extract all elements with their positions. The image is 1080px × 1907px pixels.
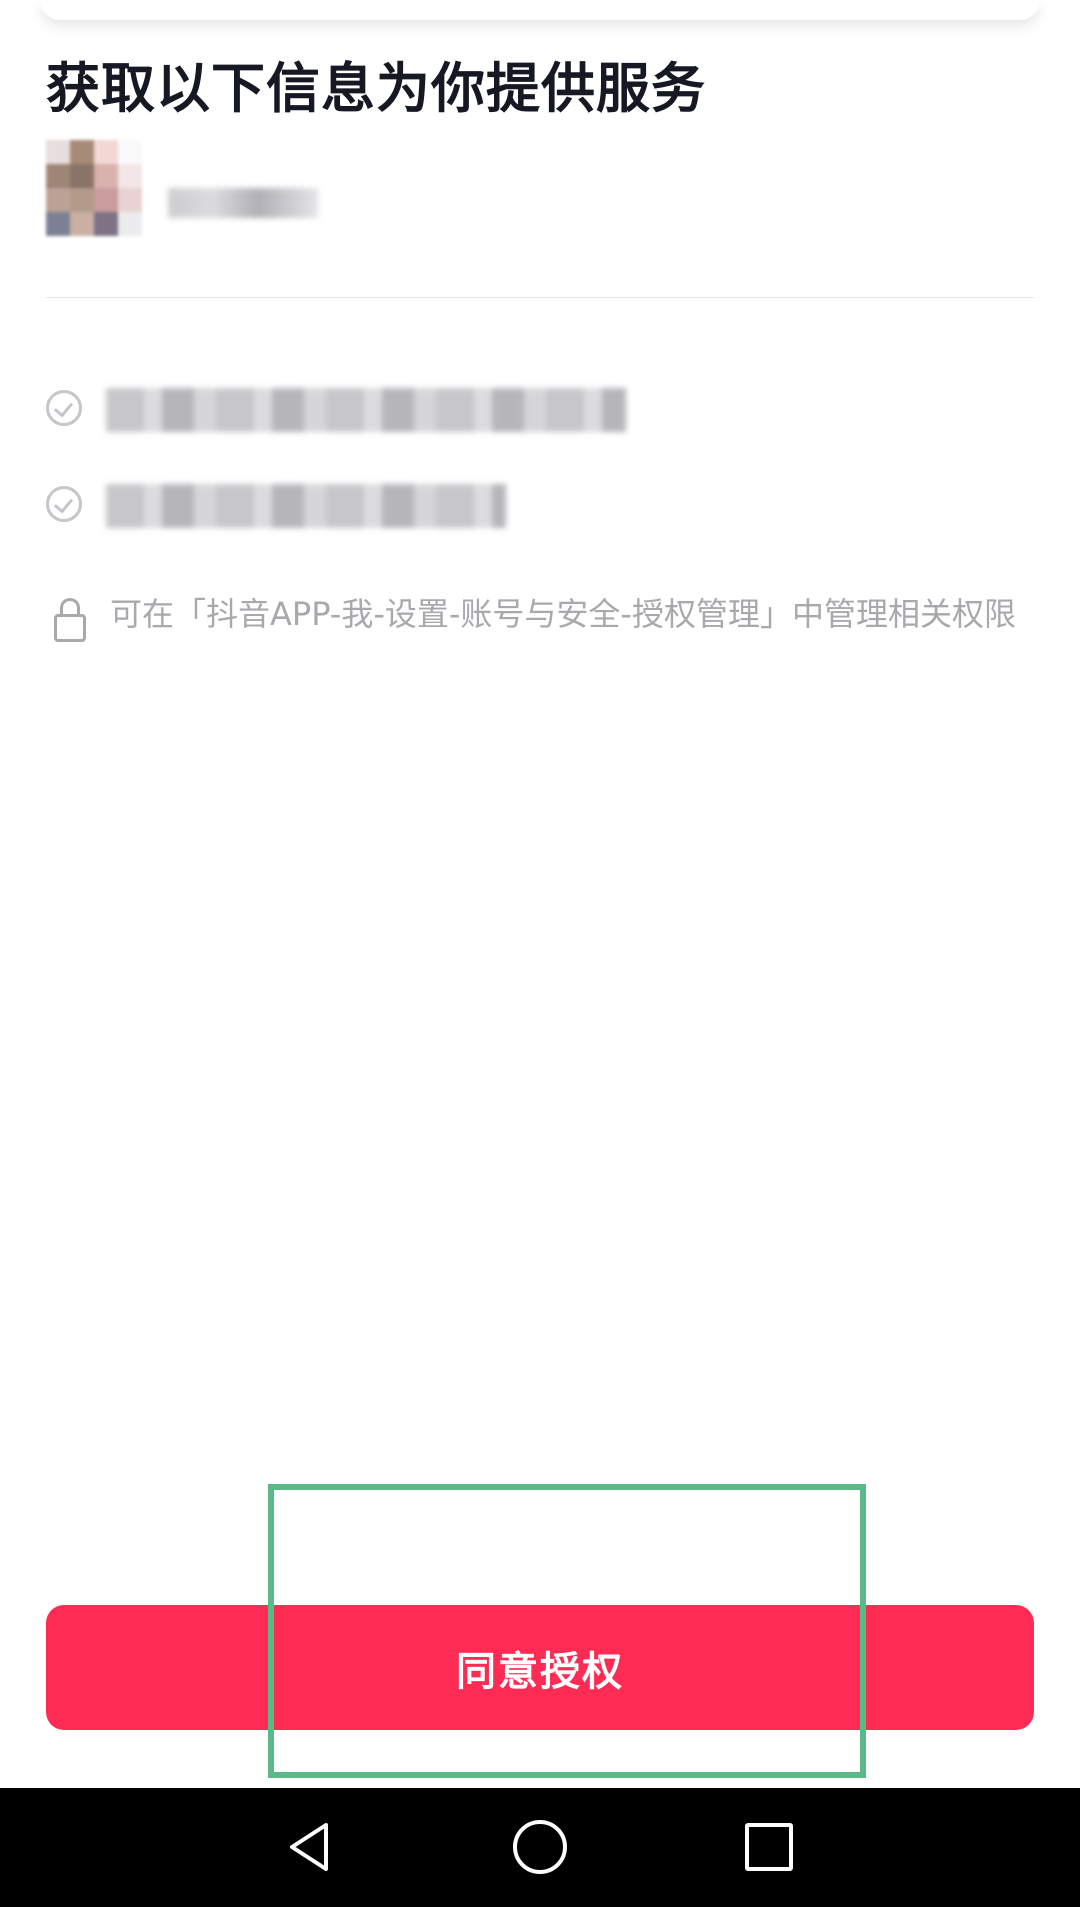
permission-label-redacted: [106, 388, 626, 432]
home-circle-icon[interactable]: [507, 1814, 573, 1880]
divider: [46, 297, 1034, 298]
avatar: [46, 140, 142, 236]
permission-item: [46, 476, 846, 536]
note-text: 可在「抖音APP-我-设置-账号与安全-授权管理」中管理相关权限: [110, 595, 1016, 633]
system-navigation-bar: [0, 1788, 1080, 1907]
permission-label-redacted: [106, 484, 506, 528]
nickname-redacted: [168, 188, 318, 218]
back-triangle-icon[interactable]: [277, 1814, 343, 1880]
check-circle-icon: [46, 390, 82, 426]
check-circle-icon: [46, 486, 82, 522]
recent-square-icon[interactable]: [736, 1814, 802, 1880]
page-title: 获取以下信息为你提供服务: [46, 57, 706, 120]
permission-item: [46, 380, 846, 440]
authorization-screen: 获取以下信息为你提供服务 可在「抖音APP-我-设置-账号与安全-授权管理」中管…: [0, 0, 1080, 1907]
sheet-top-edge: [40, 0, 1040, 20]
profile-row: [46, 140, 1046, 260]
lock-icon: [54, 598, 86, 642]
agree-authorize-button[interactable]: 同意授权: [46, 1605, 1034, 1730]
